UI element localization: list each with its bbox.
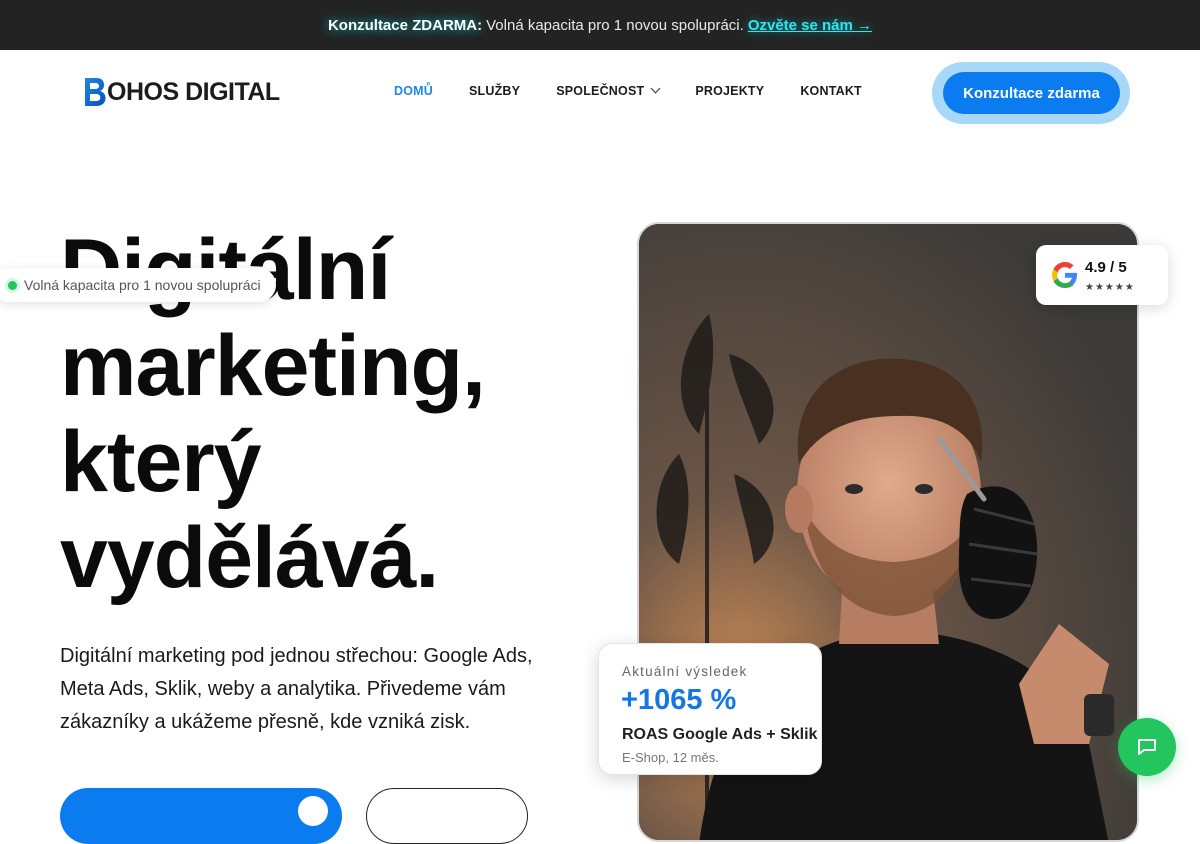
result-metric: ROAS Google Ads + Sklik xyxy=(622,726,818,743)
rating-score: 4.9 / 5 xyxy=(1085,259,1127,276)
hero-title-line: marketing, xyxy=(60,318,486,414)
nav-label: SPOLEČNOST xyxy=(556,84,645,98)
google-rating-card: 4.9 / 5 ★★★★★ xyxy=(1036,245,1168,305)
cta-halo: Konzultace zdarma xyxy=(932,62,1130,124)
nav-item-spolecnost[interactable]: SPOLEČNOST xyxy=(556,83,661,98)
site-header: OHOS DIGITAL DOMŮ SLUŽBY SPOLEČNOST PROJ… xyxy=(0,50,1200,134)
announcement-bar: Konzultace ZDARMA: Volná kapacita pro 1 … xyxy=(0,0,1200,50)
announcement-strong: Konzultace ZDARMA: xyxy=(327,16,483,34)
nav-item-domu[interactable]: DOMŮ xyxy=(394,84,433,98)
nav-label: PROJEKTY xyxy=(695,84,765,98)
consultation-button[interactable]: Konzultace zdarma xyxy=(943,72,1120,114)
nav-item-kontakt[interactable]: KONTAKT xyxy=(800,84,862,98)
primary-cta-button[interactable] xyxy=(60,788,342,844)
nav-item-projekty[interactable]: PROJEKTY xyxy=(695,84,764,98)
status-dot-icon xyxy=(8,281,17,290)
hero-description: Digitální marketing pod jednou střechou:… xyxy=(60,645,533,733)
result-label: Aktuální výsledek xyxy=(622,664,748,679)
logo[interactable]: OHOS DIGITAL xyxy=(84,76,280,108)
availability-badge: Volná kapacita pro 1 novou spolupráci xyxy=(0,268,276,302)
nav-item-sluzby[interactable]: SLUŽBY xyxy=(469,84,520,98)
hero-title-line: který xyxy=(60,414,262,510)
nav-label: DOMŮ xyxy=(394,84,433,98)
availability-text: Volná kapacita pro 1 novou spolupráci xyxy=(24,277,261,293)
chevron-down-icon xyxy=(650,83,661,93)
logo-mark-icon xyxy=(84,77,106,107)
result-value: +1065 % xyxy=(621,684,737,716)
announcement-text: Volná kapacita pro 1 novou spolupráci. xyxy=(486,16,744,34)
rating-stars: ★★★★★ xyxy=(1085,282,1135,293)
logo-text: OHOS DIGITAL xyxy=(107,77,280,106)
announcement-link[interactable]: Ozvěte se nám → xyxy=(748,17,872,34)
hero-title-line: vydělává. xyxy=(60,510,439,606)
arrow-circle-icon xyxy=(298,796,328,826)
google-icon xyxy=(1052,262,1078,288)
main-nav: DOMŮ SLUŽBY SPOLEČNOST PROJEKTY KONTAKT xyxy=(394,83,898,98)
secondary-cta-button[interactable] xyxy=(366,788,528,844)
nav-label: KONTAKT xyxy=(800,84,862,98)
chat-button[interactable] xyxy=(1118,718,1176,776)
result-sub: E-Shop, 12 měs. xyxy=(622,750,719,765)
nav-label: SLUŽBY xyxy=(469,84,521,98)
chat-icon xyxy=(1138,739,1156,755)
result-card: Aktuální výsledek +1065 % ROAS Google Ad… xyxy=(598,643,822,775)
